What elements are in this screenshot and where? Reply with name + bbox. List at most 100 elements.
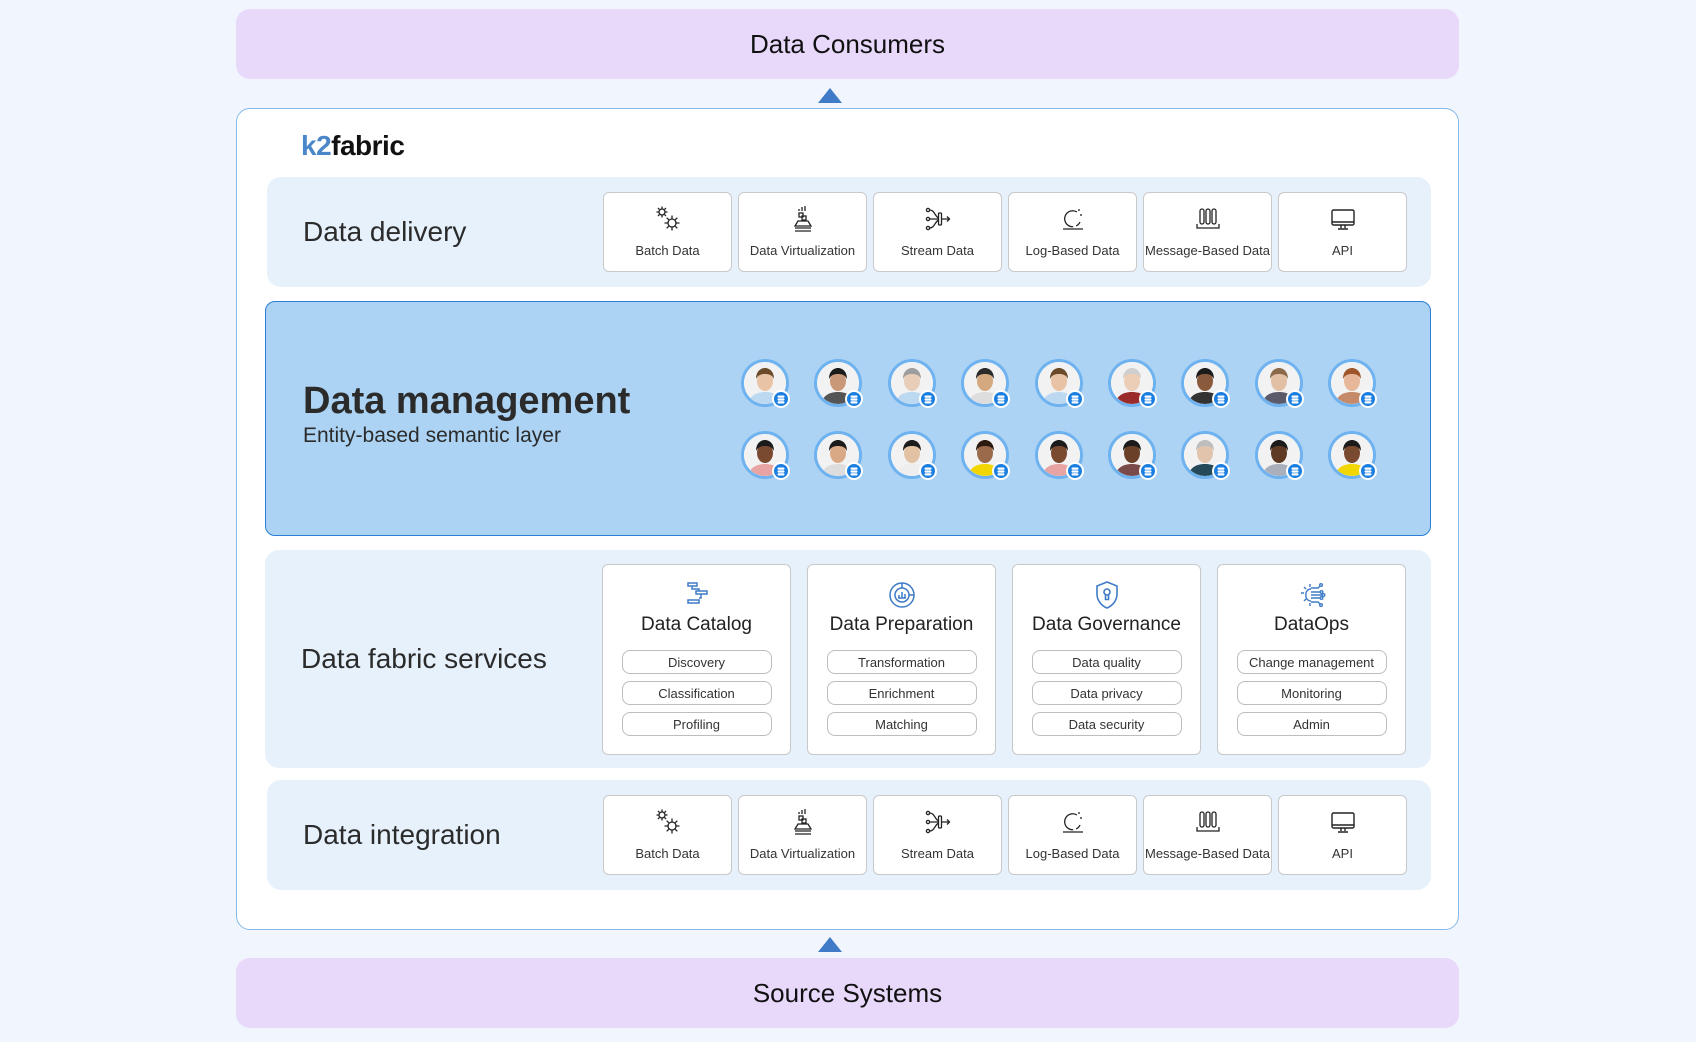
delivery-card[interactable]: Data Virtualization [738,192,867,272]
delivery-card[interactable]: Stream Data [873,192,1002,272]
service-card[interactable]: Data Governance Data quality Data privacy D… [1012,564,1201,755]
database-badge-icon [1359,390,1378,408]
service-chip[interactable]: Transformation [826,650,977,674]
integration-cards: Batch Data Data Virtualization Stream Data… [603,795,1407,875]
entity-avatar[interactable] [814,359,864,408]
entity-avatar[interactable] [1181,431,1231,480]
service-card-title: Data Preparation [829,614,974,635]
gears-icon [653,807,683,837]
database-badge-icon [992,462,1011,480]
service-chip-list: Data quality Data privacy Data security [1031,650,1182,736]
source-systems-label: Source Systems [752,977,943,1008]
integration-card[interactable]: API [1278,795,1407,875]
database-badge-icon [1212,390,1231,408]
service-card[interactable]: Data Catalog Discovery Classification Profi… [602,564,791,755]
delivery-card[interactable]: Message-Based Data [1143,192,1272,272]
database-badge-icon [918,390,937,408]
entity-avatar[interactable] [961,359,1011,408]
delivery-cards: Batch Data Data Virtualization Stream Data… [603,192,1407,272]
entity-avatar[interactable] [1034,359,1084,408]
entity-avatar[interactable] [1181,359,1231,408]
service-chip[interactable]: Enrichment [826,681,977,705]
database-badge-icon [1065,390,1084,408]
gears-icon [653,204,683,234]
entity-avatar[interactable] [1328,359,1378,408]
service-card[interactable]: Data Preparation Transformation Enrichment… [807,564,996,755]
delivery-card[interactable]: Batch Data [603,192,732,272]
delivery-card-label: Batch Data [635,243,700,258]
integration-card[interactable]: Batch Data [603,795,732,875]
entity-avatar[interactable] [741,431,790,480]
delivery-card-label: Log-Based Data [1025,243,1120,258]
entity-avatar[interactable] [1328,431,1378,480]
service-chip[interactable]: Classification [621,681,772,705]
service-chip[interactable]: Data privacy [1031,681,1182,705]
database-badge-icon [992,390,1011,408]
entity-avatar[interactable] [814,431,864,480]
entity-avatar[interactable] [1254,431,1304,480]
data-integration-layer: Data integration Batch Data Data Virtuali… [267,780,1431,890]
data-management-subtitle: Entity-based semantic layer [303,424,561,447]
virtualization-icon [788,204,818,234]
data-management-layer: Data management Entity-based semantic la… [265,301,1431,536]
database-badge-icon [845,390,864,408]
integration-card-label: Log-Based Data [1025,846,1120,861]
database-badge-icon [1285,390,1304,408]
stream-icon [923,204,953,234]
virtualization-icon [788,807,818,837]
entity-avatar[interactable] [741,359,790,408]
data-fabric-services-label: Data fabric services [301,643,547,674]
service-card-title: Data Governance [1032,614,1181,635]
service-chip[interactable]: Data security [1031,712,1182,736]
message-icon [1193,807,1223,837]
integration-card-label: Message-Based Data [1144,846,1270,861]
service-chip[interactable]: Profiling [621,712,772,736]
service-chip[interactable]: Change management [1236,650,1387,674]
service-chip[interactable]: Matching [826,712,977,736]
data-integration-label: Data integration [303,819,501,850]
entity-avatar[interactable] [1034,431,1084,480]
entity-avatar[interactable] [887,431,937,480]
source-systems-banner: Source Systems [236,958,1459,1028]
database-badge-icon [772,390,790,408]
database-badge-icon [845,462,864,480]
integration-card[interactable]: Message-Based Data [1143,795,1272,875]
integration-card-label: Stream Data [901,846,974,861]
database-badge-icon [772,462,790,480]
monitor-icon [1328,807,1358,837]
service-chip-list: Discovery Classification Profiling [621,650,772,736]
integration-card[interactable]: Log-Based Data [1008,795,1137,875]
database-badge-icon [1139,390,1157,408]
delivery-card[interactable]: Log-Based Data [1008,192,1137,272]
service-chip-list: Transformation Enrichment Matching [826,650,977,736]
service-card[interactable]: DataOps Change management Monitoring Admin [1217,564,1406,755]
database-badge-icon [1212,462,1231,480]
entity-avatar[interactable] [1108,431,1157,480]
data-consumers-label: Data Consumers [749,28,946,59]
database-badge-icon [1359,462,1378,480]
integration-card[interactable]: Data Virtualization [738,795,867,875]
data-consumers-banner: Data Consumers [236,9,1459,79]
log-icon [1058,204,1088,234]
service-chip[interactable]: Discovery [621,650,772,674]
integration-card-label: Batch Data [635,846,700,861]
service-chip[interactable]: Admin [1236,712,1387,736]
entity-avatar[interactable] [1254,359,1304,408]
entity-avatar[interactable] [961,431,1011,480]
service-chip[interactable]: Data quality [1031,650,1182,674]
integration-card[interactable]: Stream Data [873,795,1002,875]
service-card-title: Data Catalog [641,614,752,635]
data-management-title: Data management [303,380,631,422]
service-chip[interactable]: Monitoring [1236,681,1387,705]
message-icon [1193,204,1223,234]
database-badge-icon [1065,462,1084,480]
entity-avatar[interactable] [887,359,937,408]
database-badge-icon [1285,462,1304,480]
database-badge-icon [918,462,937,480]
service-card-title: DataOps [1274,614,1349,635]
data-delivery-layer: Data delivery Batch Data Data Virtualizat… [267,177,1431,287]
delivery-card[interactable]: API [1278,192,1407,272]
shield-lock-icon [1092,579,1122,609]
entity-avatar[interactable] [1108,359,1157,408]
catalog-icon [682,579,712,609]
